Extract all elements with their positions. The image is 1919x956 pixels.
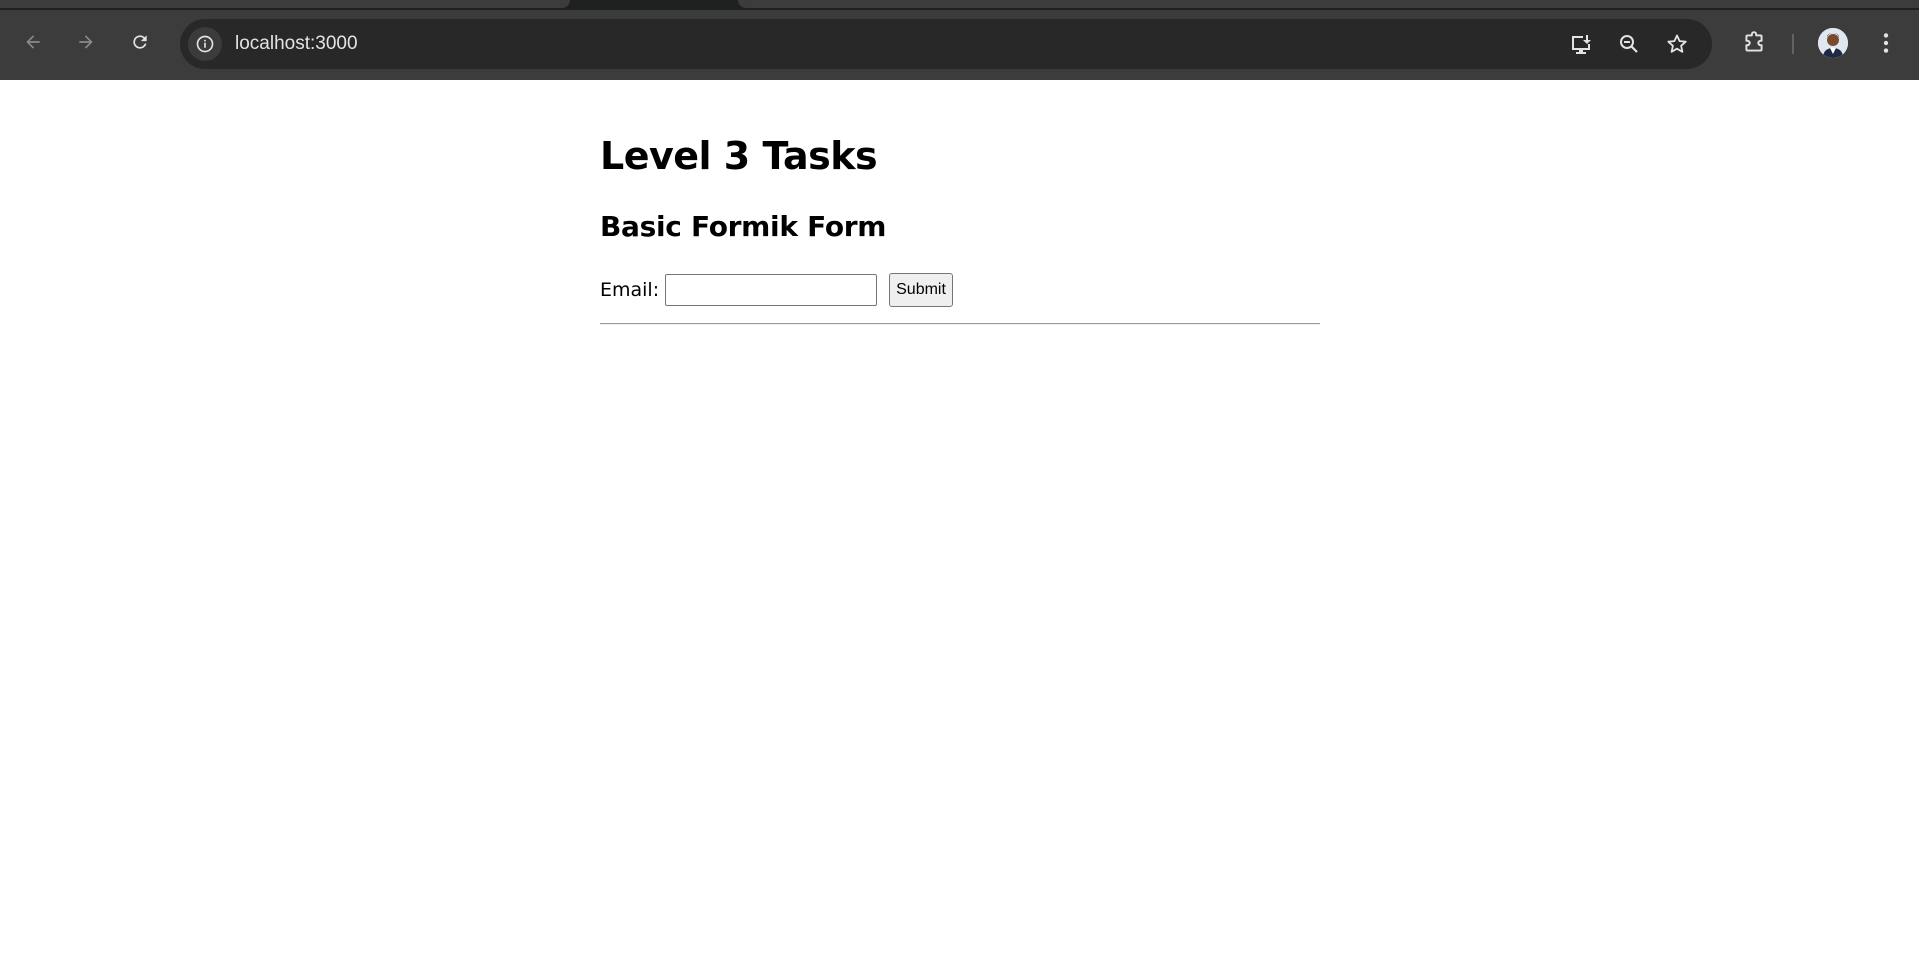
toolbar-separator <box>1792 34 1794 54</box>
tab-strip <box>0 0 1919 10</box>
page-viewport: Level 3 Tasks Basic Formik Form Email: S… <box>0 80 1919 956</box>
email-input[interactable] <box>665 274 878 306</box>
background-tab-right[interactable] <box>738 0 1919 8</box>
info-icon <box>196 35 214 53</box>
back-arrow-icon <box>26 35 40 49</box>
install-app-button[interactable] <box>1566 29 1596 59</box>
reload-button[interactable] <box>125 27 155 57</box>
menu-button[interactable] <box>1870 27 1902 59</box>
email-form: Email: Submit <box>600 273 953 307</box>
install-app-icon <box>1572 35 1591 54</box>
forward-button[interactable] <box>71 27 101 57</box>
extensions-button[interactable] <box>1738 27 1770 59</box>
forward-arrow-icon <box>79 35 93 49</box>
submit-button[interactable]: Submit <box>889 273 953 307</box>
email-label: Email: <box>600 279 660 301</box>
kebab-menu-icon <box>1883 33 1889 53</box>
address-bar[interactable]: localhost:3000 <box>180 19 1712 69</box>
site-info-button[interactable] <box>188 27 222 61</box>
avatar[interactable] <box>1818 28 1848 58</box>
star-icon <box>1667 34 1687 53</box>
background-tab-left[interactable] <box>0 0 570 8</box>
zoom-button[interactable] <box>1614 29 1644 59</box>
puzzle-icon <box>1745 31 1763 52</box>
bookmark-button[interactable] <box>1662 29 1692 59</box>
url-text[interactable]: localhost:3000 <box>235 19 358 69</box>
page-title: Level 3 Tasks <box>600 134 878 178</box>
section-title: Basic Formik Form <box>600 210 887 243</box>
back-button[interactable] <box>18 27 48 57</box>
zoom-out-icon <box>1620 35 1638 53</box>
profile-photo-icon <box>1818 28 1848 58</box>
reload-icon <box>133 35 147 49</box>
divider <box>600 323 1320 325</box>
